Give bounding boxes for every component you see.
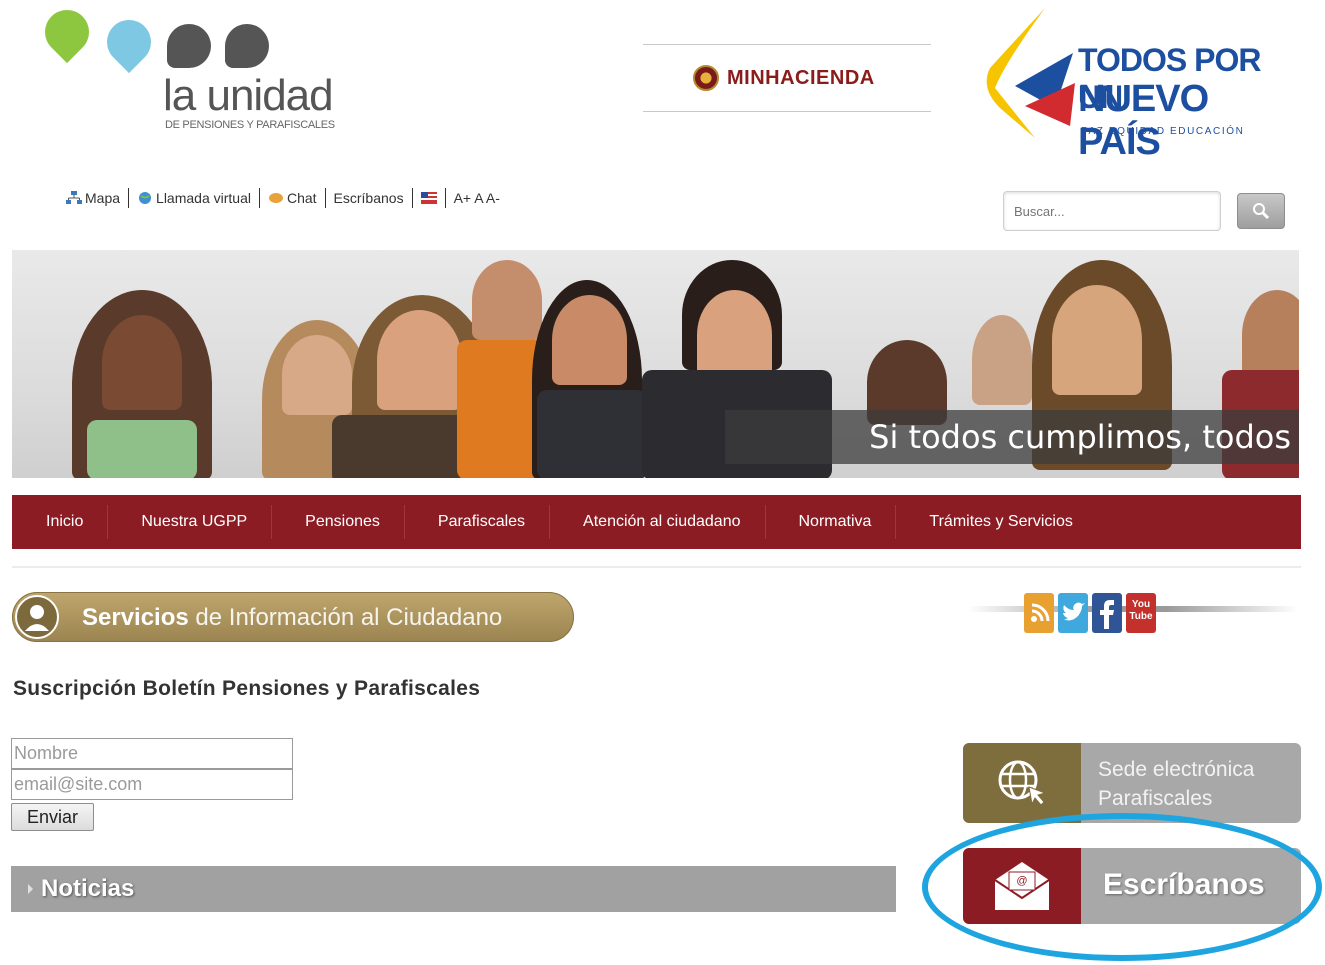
- chevron-right-icon: [28, 884, 33, 894]
- toolbar-chat-label: Chat: [286, 190, 317, 206]
- twitter-icon[interactable]: [1058, 593, 1088, 633]
- subscription-title: Suscripción Boletín Pensiones y Parafisc…: [13, 677, 481, 700]
- nav-tramites-servicios[interactable]: Trámites y Servicios: [895, 495, 1096, 549]
- facebook-icon[interactable]: [1092, 593, 1122, 633]
- toolbar-escribanos-label: Escríbanos: [333, 190, 404, 206]
- slogan-line-2: NUEVO PAÍS: [1078, 78, 1209, 163]
- servicios-title: Servicios de Información al Ciudadano: [82, 604, 502, 632]
- flag-icon: [420, 191, 437, 205]
- toolbar-divider: [444, 188, 446, 208]
- main-nav: Inicio Nuestra UGPP Pensiones Parafiscal…: [12, 495, 1301, 549]
- font-size-label: A+ A A-: [453, 190, 500, 206]
- slogan-line-3: PAZ EQUIDAD EDUCACIÓN: [1081, 126, 1245, 137]
- envelope-at-icon: @: [994, 862, 1050, 910]
- toolbar-escribanos[interactable]: Escríbanos: [334, 190, 404, 206]
- toolbar-divider: [411, 188, 413, 208]
- sitemap-icon: [66, 191, 82, 205]
- toolbar-llamada-virtual[interactable]: Llamada virtual: [137, 190, 251, 206]
- nav-divider: [12, 566, 1301, 568]
- toolbar-mapa-label: Mapa: [85, 190, 121, 206]
- youtube-label: You Tube: [1129, 599, 1153, 622]
- svg-text:@: @: [1016, 875, 1027, 887]
- search-input[interactable]: [1003, 191, 1221, 231]
- utility-toolbar: Mapa Llamada virtual Chat Escríbanos A+ …: [66, 188, 500, 208]
- escribanos-label: Escríbanos: [1103, 868, 1265, 901]
- sede-label-panel: [1081, 743, 1301, 823]
- submit-button[interactable]: Enviar: [11, 803, 94, 831]
- servicios-title-bold: Servicios: [82, 604, 189, 631]
- banner-caption: Si todos cumplimos, todos ganamos: [725, 410, 1299, 478]
- sede-electronica-button[interactable]: Sede electrónica Parafiscales: [963, 743, 1301, 823]
- rss-icon[interactable]: [1024, 593, 1054, 633]
- nav-nuestra-ugpp[interactable]: Nuestra UGPP: [107, 495, 271, 549]
- nav-pensiones[interactable]: Pensiones: [271, 495, 404, 549]
- chat-icon: [268, 191, 284, 205]
- nav-inicio[interactable]: Inicio: [12, 495, 107, 549]
- toolbar-divider: [324, 188, 326, 208]
- colombia-flag-swoosh-icon: [986, 8, 1075, 138]
- toolbar-chat[interactable]: Chat: [268, 190, 317, 206]
- todos-por-un-nuevo-pais-logo[interactable]: TODOS POR UN NUEVO PAÍS PAZ EQUIDAD EDUC…: [975, 8, 1295, 163]
- youtube-icon[interactable]: You Tube: [1126, 593, 1156, 633]
- minhacienda-label: MINHACIENDA: [727, 67, 875, 89]
- coat-of-arms-icon: [693, 65, 719, 91]
- search-button[interactable]: [1237, 193, 1285, 229]
- toolbar-divider: [258, 188, 260, 208]
- sede-icon-panel: [963, 743, 1081, 823]
- search-icon: [1253, 203, 1270, 220]
- globe-cursor-icon: [998, 760, 1047, 806]
- news-title: Noticias: [41, 875, 135, 902]
- logo-subtitle: DE PENSIONES Y PARAFISCALES: [165, 119, 335, 131]
- logo-title[interactable]: la unidad: [163, 72, 334, 120]
- servicios-informacion-bar[interactable]: Servicios de Información al Ciudadano: [12, 592, 574, 642]
- toolbar-font-size[interactable]: A+ A A-: [454, 190, 500, 206]
- social-links: You Tube: [968, 588, 1298, 642]
- hero-banner[interactable]: Si todos cumplimos, todos ganamos: [12, 250, 1299, 478]
- email-field[interactable]: [11, 769, 293, 800]
- globe-phone-icon: [137, 191, 153, 205]
- escribanos-button[interactable]: @ Escríbanos: [963, 848, 1301, 924]
- escribanos-icon-panel: @: [963, 848, 1081, 924]
- sede-label-line2: Parafiscales: [1098, 787, 1213, 810]
- nav-normativa[interactable]: Normativa: [764, 495, 896, 549]
- person-icon: [15, 595, 59, 639]
- news-header[interactable]: Noticias: [11, 866, 896, 912]
- nav-atencion-ciudadano[interactable]: Atención al ciudadano: [549, 495, 764, 549]
- toolbar-llamada-label: Llamada virtual: [156, 190, 251, 206]
- toolbar-mapa[interactable]: Mapa: [66, 190, 120, 206]
- name-field[interactable]: [11, 738, 293, 769]
- toolbar-divider: [128, 188, 130, 208]
- sede-label-line1: Sede electrónica: [1098, 758, 1255, 781]
- servicios-title-rest: de Información al Ciudadano: [195, 604, 503, 631]
- minhacienda-logo[interactable]: MINHACIENDA: [643, 44, 931, 112]
- nav-parafiscales[interactable]: Parafiscales: [403, 495, 549, 549]
- toolbar-language[interactable]: [420, 191, 437, 205]
